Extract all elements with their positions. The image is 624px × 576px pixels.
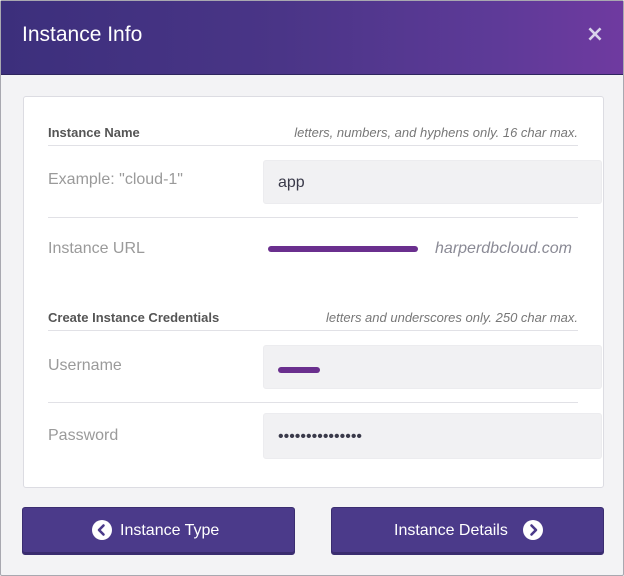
modal-title: Instance Info	[22, 23, 143, 46]
instance-type-back-button[interactable]: Instance Type	[22, 507, 295, 555]
credentials-hint: letters and underscores only. 250 char m…	[326, 310, 578, 325]
form-card: Instance Name letters, numbers, and hyph…	[23, 96, 604, 488]
instance-name-input[interactable]: app	[263, 160, 602, 204]
username-row: Username	[48, 332, 602, 403]
instance-type-label: Instance Type	[120, 522, 220, 539]
instance-name-example-label: Example: "cloud-1"	[48, 171, 183, 188]
chevron-right-icon	[523, 520, 543, 540]
credentials-section-header: Create Instance Credentials letters and …	[48, 300, 578, 331]
password-row: Password •••••••••••••••	[48, 403, 602, 473]
instance-name-hint: letters, numbers, and hyphens only. 16 c…	[294, 125, 578, 140]
redacted-url-mark	[268, 246, 418, 252]
instance-url-label: Instance URL	[48, 240, 145, 257]
instance-name-row: Example: "cloud-1" app	[48, 147, 602, 218]
instance-name-section-title: Instance Name	[48, 125, 140, 140]
close-icon[interactable]: ×	[585, 24, 605, 46]
redacted-username-mark	[278, 367, 320, 373]
chevron-left-icon	[92, 520, 112, 540]
credentials-section-title: Create Instance Credentials	[48, 310, 220, 325]
instance-url-value: harperdbcloud.com	[435, 240, 572, 257]
username-label: Username	[48, 357, 122, 374]
instance-info-modal: Instance Info × Instance Name letters, n…	[0, 0, 624, 576]
instance-url-row: Instance URL harperdbcloud.com	[48, 218, 578, 288]
password-label: Password	[48, 427, 119, 444]
modal-header: Instance Info ×	[1, 1, 623, 75]
instance-name-section-header: Instance Name letters, numbers, and hyph…	[48, 115, 578, 146]
instance-details-next-button[interactable]: Instance Details	[331, 507, 604, 555]
password-input[interactable]: •••••••••••••••	[263, 413, 602, 459]
instance-details-label: Instance Details	[394, 522, 508, 539]
